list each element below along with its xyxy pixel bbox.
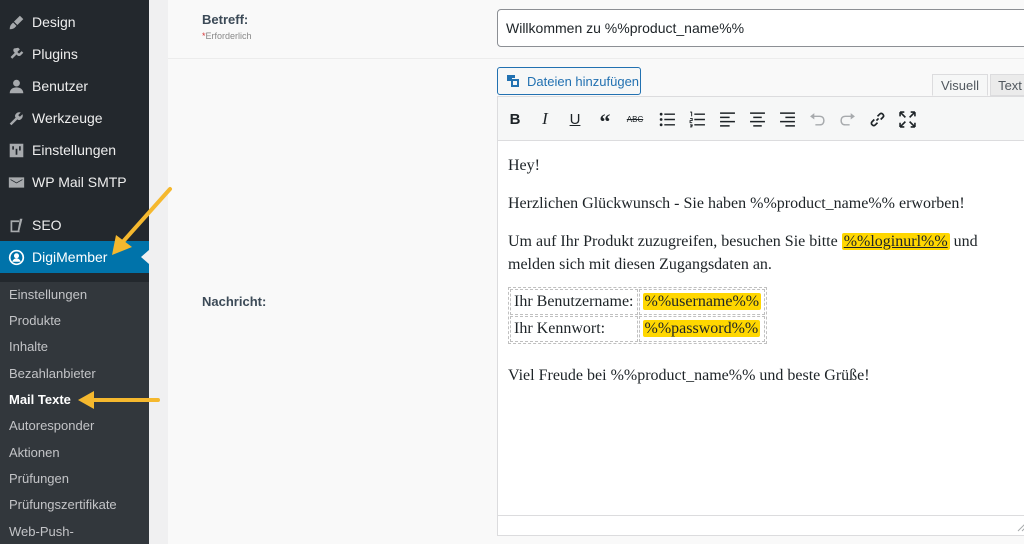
- tab-visual[interactable]: Visuell: [932, 74, 988, 96]
- blockquote-icon[interactable]: “: [594, 108, 616, 134]
- row-divider: [168, 58, 1024, 59]
- sidebar-item-label: Werkzeuge: [32, 110, 103, 126]
- subject-input[interactable]: [497, 9, 1024, 47]
- sidebar-item-label: Plugins: [32, 46, 78, 62]
- loginurl-placeholder[interactable]: %%loginurl%%: [841, 233, 950, 250]
- annotation-arrow-mail-texte: [78, 391, 160, 409]
- access-text: Um auf Ihr Produkt zuzugreifen, besuchen…: [508, 233, 838, 250]
- username-label: Ihr Benutzername:: [510, 289, 638, 315]
- italic-icon[interactable]: I: [534, 108, 556, 130]
- username-placeholder: %%username%%: [642, 293, 762, 310]
- password-placeholder: %%password%%: [642, 320, 761, 337]
- sidebar-item-benutzer[interactable]: Benutzer: [0, 70, 149, 102]
- align-center-icon[interactable]: [746, 108, 768, 130]
- table-row: Ihr Kennwort: %%password%%: [510, 316, 766, 342]
- numbered-list-icon[interactable]: [686, 108, 708, 130]
- main-content: Betreff: *Erforderlich Nachricht: Dateie…: [149, 0, 1024, 544]
- align-right-icon[interactable]: [776, 108, 798, 130]
- wrench-icon: [6, 108, 26, 128]
- submenu-item-produkte[interactable]: Produkte: [9, 313, 61, 328]
- submenu-item-web-push[interactable]: Web-Push-: [9, 524, 74, 539]
- password-value-cell: %%password%%: [638, 316, 766, 342]
- submenu-item-autoresponder[interactable]: Autoresponder: [9, 418, 94, 433]
- digimember-icon: [6, 247, 26, 267]
- align-left-icon[interactable]: [716, 108, 738, 130]
- mail-icon: [6, 172, 26, 192]
- add-media-button[interactable]: Dateien hinzufügen: [497, 67, 641, 95]
- sidebar-item-label: Benutzer: [32, 78, 89, 94]
- sidebar-item-label: DigiMember: [32, 249, 108, 265]
- brush-icon: [6, 12, 26, 32]
- sidebar-item-label: Einstellungen: [32, 142, 117, 158]
- message-closing: Viel Freude bei %%product_name%% und bes…: [508, 367, 870, 384]
- credentials-table: Ihr Benutzername: %%username%% Ihr Kennw…: [508, 287, 768, 344]
- sidebar-item-einstellungen[interactable]: Einstellungen: [0, 134, 149, 166]
- bullet-list-icon[interactable]: [656, 108, 678, 130]
- message-label: Nachricht:: [202, 294, 267, 309]
- required-note: *Erforderlich: [202, 31, 252, 41]
- mail-form-panel: Betreff: *Erforderlich Nachricht: Dateie…: [168, 0, 1024, 544]
- sidebar-item-plugins[interactable]: Plugins: [0, 38, 149, 70]
- submenu-item-mail-texte[interactable]: Mail Texte: [9, 392, 71, 407]
- strikethrough-icon[interactable]: ABC: [624, 108, 646, 130]
- user-icon: [6, 76, 26, 96]
- link-icon[interactable]: [866, 108, 888, 130]
- sidebar-item-werkzeuge[interactable]: Werkzeuge: [0, 102, 149, 134]
- message-line-congrats: Herzlichen Glückwunsch - Sie haben %%pro…: [508, 195, 965, 212]
- digimember-submenu: Einstellungen Produkte Inhalte Bezahlanb…: [0, 282, 149, 544]
- sidebar-item-label: SEO: [32, 217, 62, 233]
- admin-sidebar: Design Plugins Benutzer Werkzeuge Einste…: [0, 0, 149, 544]
- plugin-icon: [6, 44, 26, 64]
- submenu-item-einstellungen[interactable]: Einstellungen: [9, 287, 87, 302]
- add-media-icon: [505, 73, 521, 89]
- required-text: Erforderlich: [205, 31, 252, 41]
- add-media-label: Dateien hinzufügen: [527, 73, 640, 89]
- tab-text[interactable]: Text: [990, 74, 1024, 96]
- sidebar-item-design[interactable]: Design: [0, 6, 149, 38]
- underline-icon[interactable]: U: [564, 108, 586, 130]
- editor-toolbar: B I U “ ABC: [498, 97, 1024, 141]
- table-row: Ihr Benutzername: %%username%%: [510, 289, 766, 315]
- message-line-credentials: melden sich mit diesen Zugangsdaten an.: [508, 256, 772, 273]
- sidebar-item-label: Design: [32, 14, 76, 30]
- username-value-cell: %%username%%: [638, 289, 766, 315]
- settings-icon: [6, 140, 26, 160]
- fullscreen-icon[interactable]: [896, 108, 918, 130]
- editor-status-bar: [498, 515, 1024, 535]
- submenu-item-pruefungszertifikate[interactable]: Prüfungszertifikate: [9, 497, 117, 512]
- undo-icon[interactable]: [806, 108, 828, 130]
- editor-content[interactable]: Hey! Herzlichen Glückwunsch - Sie haben …: [498, 142, 1024, 517]
- bold-icon[interactable]: B: [504, 108, 526, 130]
- submenu-item-bezahlanbieter[interactable]: Bezahlanbieter: [9, 366, 96, 381]
- message-line-access: Um auf Ihr Produkt zuzugreifen, besuchen…: [508, 230, 978, 253]
- annotation-arrow-digimember: [112, 187, 172, 255]
- submenu-item-inhalte[interactable]: Inhalte: [9, 339, 48, 354]
- message-greeting: Hey!: [508, 157, 540, 174]
- access-text-and: und: [953, 233, 978, 250]
- resize-handle-icon[interactable]: [1017, 522, 1024, 532]
- password-label: Ihr Kennwort:: [510, 316, 638, 342]
- message-editor: B I U “ ABC Hey! Herzlichen Glückwunsch …: [497, 96, 1024, 536]
- submenu-item-pruefungen[interactable]: Prüfungen: [9, 471, 69, 486]
- redo-icon[interactable]: [836, 108, 858, 130]
- submenu-item-aktionen[interactable]: Aktionen: [9, 445, 60, 460]
- yoast-icon: [6, 215, 26, 235]
- subject-label: Betreff:: [202, 12, 249, 27]
